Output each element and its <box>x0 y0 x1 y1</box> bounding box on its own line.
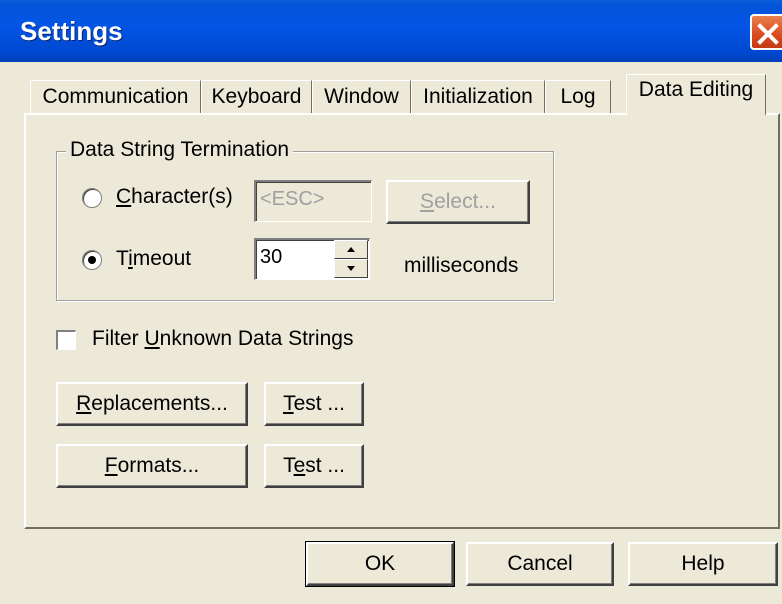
timeout-spinner[interactable] <box>334 240 368 278</box>
tab-data-editing[interactable]: Data Editing <box>626 74 766 116</box>
characters-input[interactable]: <ESC> <box>254 180 372 222</box>
group-title: Data String Termination <box>66 138 294 162</box>
cancel-button[interactable]: Cancel <box>466 542 614 586</box>
timeout-unit: milliseconds <box>404 254 519 277</box>
arrow-up-icon <box>347 247 355 252</box>
test-replacements-button[interactable]: Test ... <box>264 382 364 426</box>
arrow-down-icon <box>347 266 355 271</box>
spin-up-button[interactable] <box>334 240 368 259</box>
title-bar[interactable]: Settings <box>0 0 782 62</box>
ok-button[interactable]: OK <box>305 541 455 587</box>
formats-button[interactable]: Formats... <box>56 444 248 488</box>
window-title: Settings <box>20 16 123 46</box>
help-button[interactable]: Help <box>628 542 778 586</box>
radio-selected-dot <box>88 256 96 264</box>
timeout-radio[interactable] <box>82 250 102 270</box>
select-button[interactable]: Select... <box>386 180 530 224</box>
replacements-button[interactable]: Replacements... <box>56 382 248 426</box>
characters-radio[interactable] <box>82 188 102 208</box>
tab-log[interactable]: Log <box>545 80 611 114</box>
tab-keyboard[interactable]: Keyboard <box>201 80 312 114</box>
timeout-label: Timeout <box>116 247 192 270</box>
characters-label: Character(s) <box>116 185 233 208</box>
tab-window[interactable]: Window <box>312 80 411 114</box>
spin-down-button[interactable] <box>334 259 368 278</box>
filter-unknown-label: Filter Unknown Data Strings <box>92 327 354 350</box>
tab-communication[interactable]: Communication <box>30 80 201 114</box>
filter-unknown-checkbox[interactable] <box>56 330 76 350</box>
tab-initialization[interactable]: Initialization <box>411 80 545 114</box>
close-icon <box>757 23 779 45</box>
settings-dialog: Settings Communication Keyboard Window I… <box>0 0 782 604</box>
test-formats-button[interactable]: Test ... <box>264 444 364 488</box>
close-button[interactable] <box>750 14 782 50</box>
